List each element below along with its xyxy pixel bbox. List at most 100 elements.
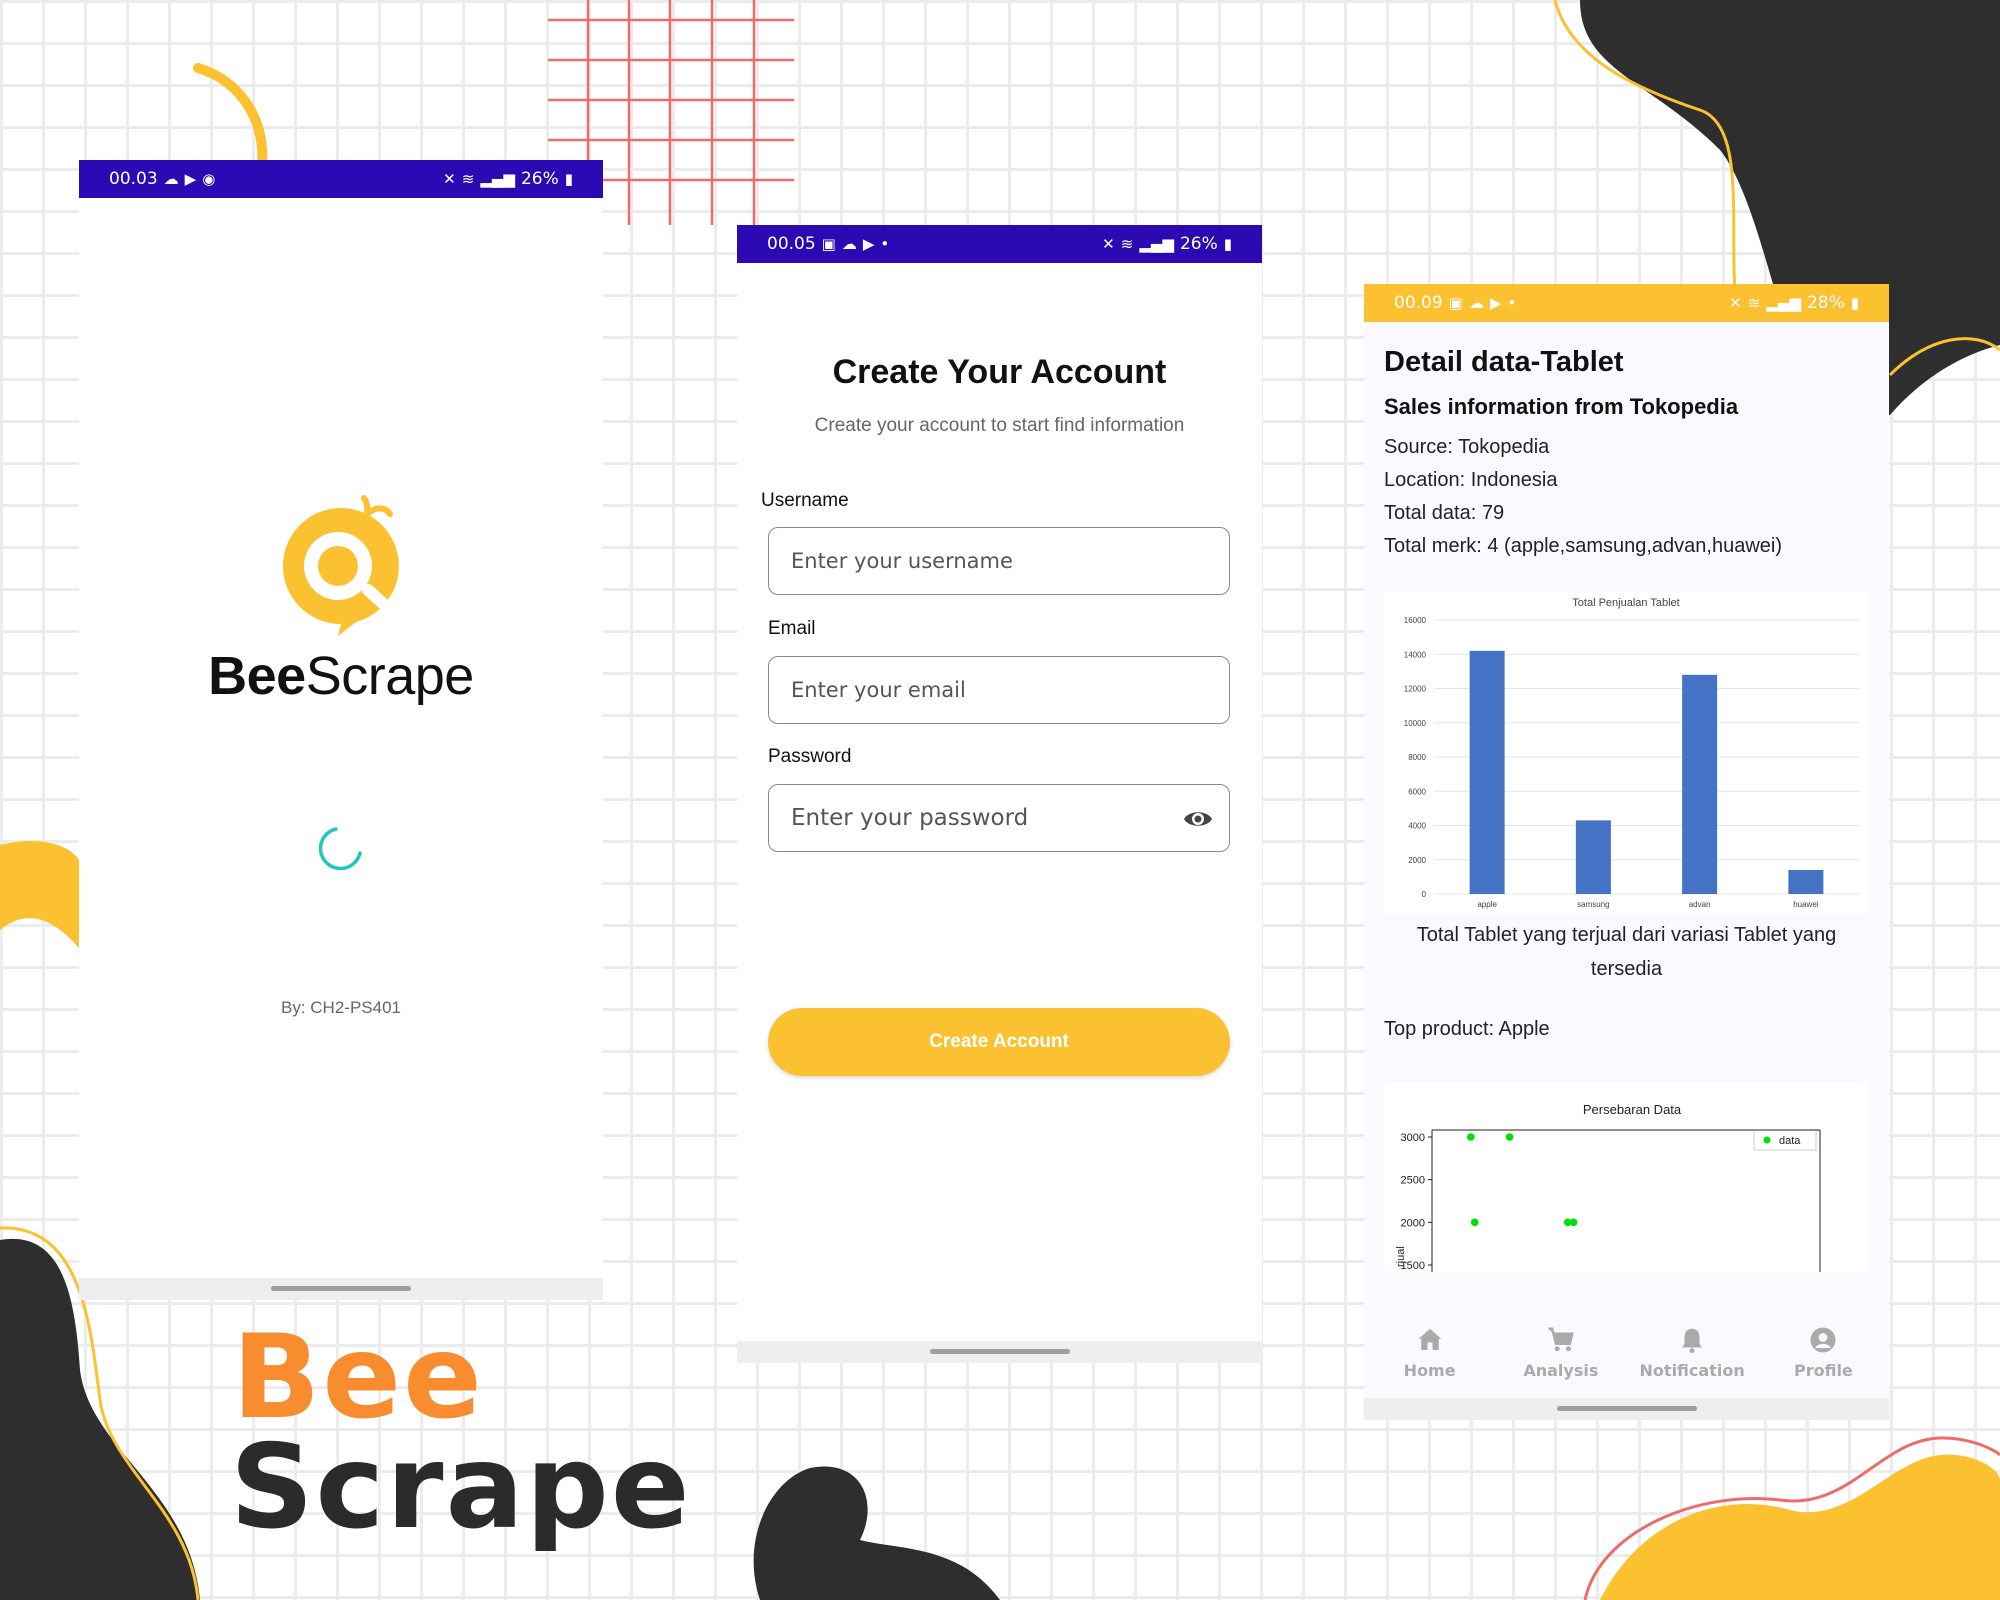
detail-content[interactable]: Detail data-Tablet Sales information fro… [1364, 322, 1889, 1307]
password-input[interactable] [789, 804, 1209, 832]
bar-y-tick-label: 12000 [1404, 685, 1427, 694]
gesture-bar [737, 1341, 1262, 1363]
gesture-bar [1364, 1398, 1889, 1420]
scatter-chart-card: Persebaran Data rjual data 1500 2000 2500 3… [1384, 1082, 1869, 1272]
byline: By: CH2-PS401 [281, 998, 401, 1017]
brand-scrape: Scrape [305, 646, 475, 706]
mute-icon: ✕ [443, 170, 456, 188]
nav-notification[interactable]: Notification [1627, 1307, 1758, 1397]
nav-home-label: Home [1403, 1360, 1456, 1380]
gesture-handle[interactable] [1556, 1406, 1697, 1411]
splash-screen: 00.03 ☁ ▶ ◉ ✕ ≋ ▂▄▆ 26% ▮ BeeScrape By: … [79, 160, 603, 1300]
nav-profile-label: Profile [1793, 1360, 1853, 1380]
yellow-arc-decoration [193, 63, 268, 167]
email-label: Email [768, 618, 816, 639]
bar-y-tick-label: 10000 [1404, 719, 1427, 728]
yellow-blob-left [0, 840, 79, 948]
nav-profile[interactable]: Profile [1758, 1307, 1889, 1397]
battery-percent: 26% [1179, 234, 1218, 254]
bar-chart-card: Total Penjualan Tablet 0 2000 4000 6000 8000… [1384, 592, 1869, 914]
youtube-icon: ▶ [1489, 294, 1502, 312]
yellow-blob-bottom-right [1600, 1454, 2000, 1600]
signal-icon: ▂▄▆ [1766, 294, 1801, 312]
profile-icon [1810, 1327, 1836, 1352]
bar-apple [1469, 650, 1505, 894]
email-field-box [768, 656, 1230, 724]
section-subtitle: Sales information from Tokopedia [1384, 394, 1739, 419]
signal-icon: ▂▄▆ [1139, 235, 1174, 253]
scatter-chart: Persebaran Data rjual data 1500200025003… [1395, 1102, 1821, 1272]
bar-samsung [1575, 820, 1611, 894]
scatter-y-tick-label: 2500 [1401, 1175, 1425, 1187]
source-text: Source: Tokopedia [1384, 436, 1550, 458]
email-input[interactable] [789, 677, 1209, 703]
nav-home[interactable]: Home [1364, 1307, 1495, 1397]
bar-y-tick-label: 8000 [1408, 753, 1426, 762]
scatter-legend: data [1753, 1129, 1817, 1151]
bar-advan [1682, 674, 1718, 894]
create-account-button[interactable]: Create Account [768, 1008, 1230, 1076]
bell-icon [1682, 1328, 1703, 1353]
password-label: Password [768, 746, 852, 767]
nav-notification-label: Notification [1639, 1360, 1745, 1380]
mute-icon: ✕ [1729, 294, 1742, 312]
yellow-line-top-right [1553, 0, 1737, 291]
chart-caption: Total Tablet yang terjual dari variasi T… [1416, 924, 1837, 980]
youtube-icon: ▶ [184, 170, 197, 188]
brand-name: BeeScrape [79, 645, 603, 707]
dark-blob-bottom-center [753, 1466, 1000, 1600]
scatter-point [1569, 1218, 1578, 1227]
bar-x-tick-label: advan [1689, 900, 1711, 909]
page-title: Detail data-Tablet [1384, 346, 1624, 378]
beescrape-logo-icon [283, 495, 399, 636]
brand-bee: Bee [208, 646, 306, 706]
bar-y-tick-label: 14000 [1404, 650, 1427, 659]
bar-x-tick-label: samsung [1577, 900, 1609, 909]
battery-percent: 28% [1806, 293, 1845, 313]
eye-icon[interactable] [1183, 807, 1213, 831]
status-time: 00.09 [1394, 293, 1443, 313]
scatter-y-tick-label: 2000 [1401, 1217, 1425, 1229]
total-data-text: Total data: 79 [1384, 502, 1505, 524]
wifi-icon: ≋ [1747, 294, 1761, 312]
wifi-icon: ≋ [1120, 235, 1134, 253]
register-screen: 00.05 ▣ ☁ ▶ • ✕ ≋ ▂▄▆ 26% ▮ Create Your … [737, 225, 1262, 1363]
nav-analysis[interactable]: Analysis [1495, 1307, 1626, 1397]
detail-screen: 00.09 ▣ ☁ ▶ • ✕ ≋ ▂▄▆ 28% ▮ Detail data-… [1364, 284, 1889, 1420]
cloud-icon: ☁ [841, 235, 857, 253]
location-text: Location: Indonesia [1384, 469, 1558, 491]
bar-y-tick-label: 6000 [1408, 787, 1426, 796]
status-bar: 00.09 ▣ ☁ ▶ • ✕ ≋ ▂▄▆ 28% ▮ [1364, 284, 1889, 322]
legend-label: data [1779, 1135, 1801, 1147]
scatter-point [1505, 1133, 1514, 1141]
bar-y-tick-label: 2000 [1408, 856, 1426, 865]
scatter-point [1470, 1218, 1479, 1227]
username-label: Username [761, 490, 849, 511]
image-icon: ▣ [821, 235, 836, 253]
cart-icon [1548, 1327, 1574, 1351]
top-product-text: Top product: Apple [1384, 1018, 1550, 1040]
scatter-point [1467, 1133, 1475, 1141]
bar-x-tick-label: huawei [1793, 900, 1819, 909]
bottom-navigation: Home Analysis Notification Profile [1364, 1307, 1889, 1397]
status-time: 00.03 [109, 169, 158, 189]
gesture-handle[interactable] [929, 1349, 1070, 1354]
page-title: Create Your Account [832, 353, 1167, 391]
dot-icon: • [1507, 294, 1517, 312]
password-field-box [768, 784, 1230, 852]
page-subtitle: Create your account to start find inform… [814, 415, 1185, 436]
legend-marker [1763, 1136, 1771, 1144]
app-icon: ◉ [202, 170, 216, 188]
battery-icon: ▮ [564, 170, 573, 188]
battery-icon: ▮ [1850, 294, 1859, 312]
app-logo [79, 488, 603, 642]
signal-icon: ▂▄▆ [480, 170, 515, 188]
username-input[interactable] [789, 548, 1209, 574]
cloud-icon: ☁ [163, 170, 179, 188]
gesture-handle[interactable] [271, 1286, 411, 1291]
wifi-icon: ≋ [461, 170, 475, 188]
status-bar: 00.05 ▣ ☁ ▶ • ✕ ≋ ▂▄▆ 26% ▮ [737, 225, 1262, 263]
yellow-line-right [1888, 337, 2000, 377]
bar-chart: Total Penjualan Tablet 0 2000 4000 6000 8000… [1404, 597, 1859, 909]
bar-y-tick-label: 16000 [1404, 616, 1427, 625]
